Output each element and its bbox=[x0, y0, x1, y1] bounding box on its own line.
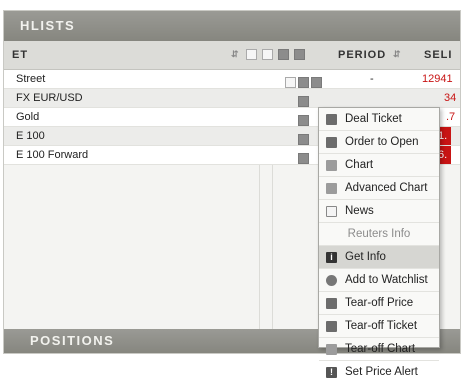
watchlist-icon bbox=[326, 275, 337, 286]
column-header-row: ET ⇵ PERIOD ⇵ SELI bbox=[4, 41, 460, 70]
menu-item-deal-ticket[interactable]: Deal Ticket bbox=[319, 108, 439, 131]
menu-item-set-price-alert[interactable]: ! Set Price Alert bbox=[319, 361, 439, 383]
menu-item-label: News bbox=[345, 205, 374, 217]
market-name: E 100 bbox=[16, 130, 45, 142]
chart-icon[interactable] bbox=[298, 76, 309, 88]
row-menu-icon[interactable] bbox=[311, 76, 322, 88]
menu-item-get-info[interactable]: i Get Info bbox=[319, 246, 439, 269]
sell-column-header[interactable]: SELI bbox=[424, 49, 452, 61]
chart-icon[interactable] bbox=[298, 114, 309, 126]
period-column-header[interactable]: PERIOD bbox=[338, 49, 386, 61]
menu-item-label: Tear-off Ticket bbox=[345, 320, 418, 332]
sell-price[interactable]: 34 bbox=[444, 89, 456, 107]
menu-item-news[interactable]: News bbox=[319, 200, 439, 223]
menu-item-tear-off-ticket[interactable]: Tear-off Ticket bbox=[319, 315, 439, 338]
menu-item-order-to-open[interactable]: Order to Open bbox=[319, 131, 439, 154]
table-row[interactable]: Street - 12941 bbox=[4, 70, 460, 89]
menu-item-label: Advanced Chart bbox=[345, 182, 428, 194]
menu-item-label: Tear-off Chart bbox=[345, 343, 416, 355]
menu-item-label: Deal Ticket bbox=[345, 113, 402, 125]
advanced-chart-icon bbox=[326, 183, 337, 194]
menu-item-label: Tear-off Price bbox=[345, 297, 414, 309]
news-column-icon[interactable] bbox=[246, 48, 257, 60]
menu-item-label: Chart bbox=[345, 159, 374, 171]
info-icon: i bbox=[326, 252, 337, 263]
context-menu: Deal Ticket Order to Open Chart Advanced… bbox=[318, 107, 440, 378]
column-icons bbox=[246, 48, 307, 60]
menu-item-label: Add to Watchlist bbox=[345, 274, 428, 286]
chart-icon[interactable] bbox=[298, 152, 309, 164]
tear-off-price-icon bbox=[326, 298, 337, 309]
menu-item-reuters-info: Reuters Info bbox=[319, 223, 439, 246]
row-icons bbox=[285, 149, 311, 167]
market-name: Street bbox=[16, 73, 46, 85]
menu-item-chart[interactable]: Chart bbox=[319, 154, 439, 177]
table-row[interactable]: FX EUR/USD 34 bbox=[4, 89, 460, 108]
menu-item-label: Order to Open bbox=[345, 136, 419, 148]
price-alert-icon: ! bbox=[326, 367, 337, 378]
menu-item-tear-off-chart[interactable]: Tear-off Chart bbox=[319, 338, 439, 361]
sell-price[interactable]: .7 bbox=[446, 108, 455, 126]
chart-column-icon[interactable] bbox=[278, 48, 290, 60]
period-sort-icon[interactable]: ⇵ bbox=[393, 49, 401, 60]
order-icon bbox=[326, 137, 337, 148]
market-name: E 100 Forward bbox=[16, 149, 89, 161]
chart-icon[interactable] bbox=[298, 133, 309, 145]
period-value: - bbox=[370, 73, 374, 85]
menu-item-label: Set Price Alert bbox=[345, 366, 418, 378]
market-name: FX EUR/USD bbox=[16, 92, 83, 104]
deal-ticket-icon bbox=[326, 114, 337, 125]
news-icon[interactable] bbox=[285, 76, 296, 88]
menu-item-advanced-chart[interactable]: Advanced Chart bbox=[319, 177, 439, 200]
sell-price[interactable]: 12941 bbox=[422, 70, 453, 88]
watchlists-header: HLISTS bbox=[4, 11, 460, 41]
tear-off-ticket-icon bbox=[326, 321, 337, 332]
menu-column-icon[interactable] bbox=[294, 48, 306, 60]
info-column-icon[interactable] bbox=[262, 48, 274, 60]
chart-icon bbox=[326, 160, 337, 171]
menu-item-label: Get Info bbox=[345, 251, 386, 263]
market-name: Gold bbox=[16, 111, 40, 123]
menu-item-label: Reuters Info bbox=[347, 228, 411, 240]
market-column-header[interactable]: ET bbox=[12, 49, 28, 61]
menu-item-tear-off-price[interactable]: Tear-off Price bbox=[319, 292, 439, 315]
chart-icon[interactable] bbox=[298, 95, 309, 107]
menu-item-add-to-watchlist[interactable]: Add to Watchlist bbox=[319, 269, 439, 292]
tear-off-chart-icon bbox=[326, 344, 337, 355]
sort-icon[interactable]: ⇵ bbox=[231, 49, 239, 60]
news-icon bbox=[326, 206, 337, 217]
